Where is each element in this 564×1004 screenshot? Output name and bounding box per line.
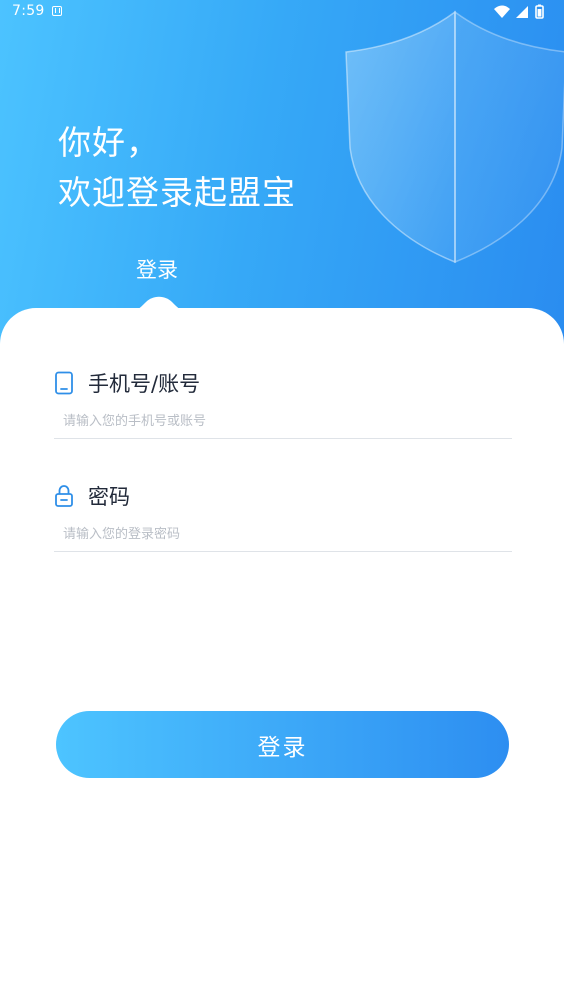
password-label: 密码 [88, 485, 130, 509]
login-button[interactable]: 登录 [56, 711, 509, 778]
shield-icon [345, 10, 564, 264]
password-input[interactable] [54, 518, 512, 552]
password-label-row: 密码 [54, 481, 130, 511]
status-time: 7:59 [12, 3, 45, 19]
header-banner: 7:59 你好， 欢迎登录起盟宝 登录 [0, 0, 564, 360]
greeting-line-2: 欢迎登录起盟宝 [58, 173, 296, 212]
greeting-line-1: 你好， [58, 123, 160, 162]
greeting-text: 你好， 欢迎登录起盟宝 [58, 118, 296, 218]
account-label-row: 手机号/账号 [54, 368, 200, 398]
accessibility-icon [52, 6, 62, 16]
account-input[interactable] [54, 405, 512, 439]
lock-icon [55, 485, 73, 507]
phone-icon [55, 371, 73, 395]
tab-login[interactable]: 登录 [136, 254, 178, 284]
account-label: 手机号/账号 [88, 372, 201, 396]
